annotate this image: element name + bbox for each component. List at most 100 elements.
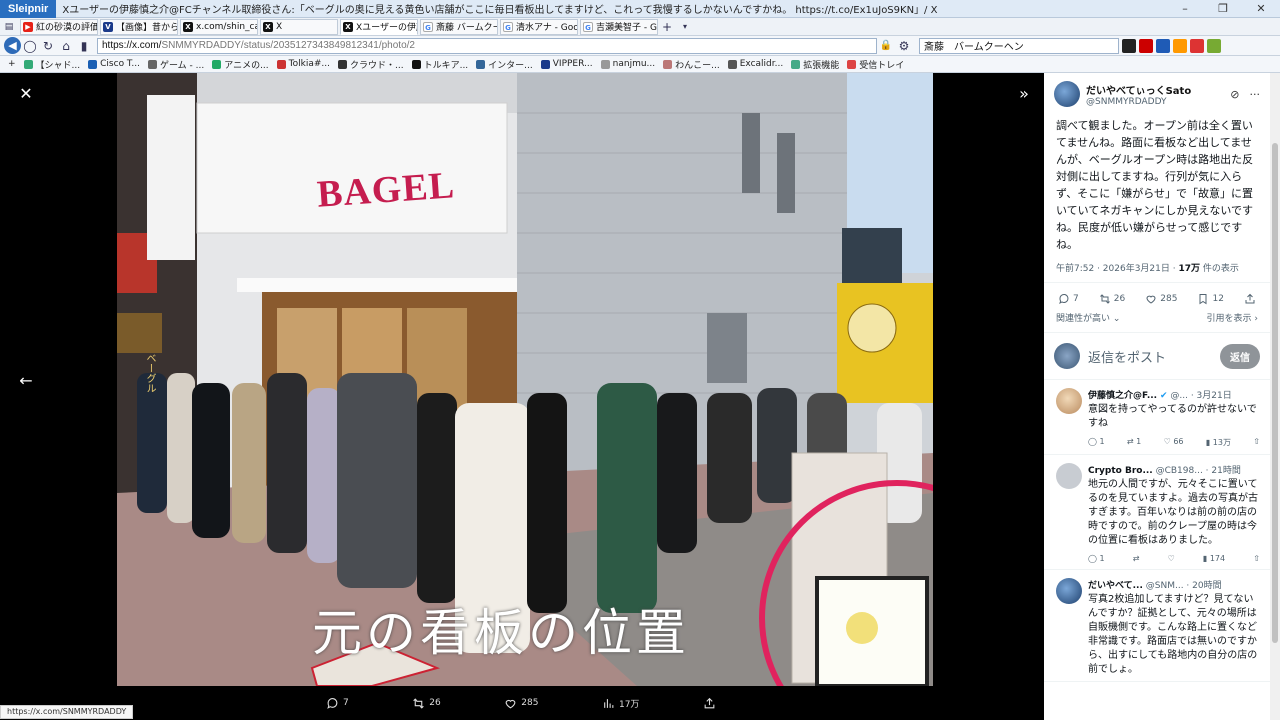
site-icon	[147, 59, 157, 69]
reply-button[interactable]: 7	[1058, 293, 1079, 305]
repost-button[interactable]: ⇄	[1133, 554, 1140, 563]
bookmark-icon[interactable]: ▮	[75, 37, 93, 55]
close-icon[interactable]: ✕	[11, 78, 41, 108]
bookmark-item[interactable]: 拡張機能	[791, 58, 839, 71]
bookmark-item[interactable]: クラウド・...	[337, 58, 404, 71]
bookmark-button[interactable]: 12	[1197, 293, 1224, 305]
views-button[interactable]: ▮ 174	[1203, 554, 1225, 563]
bookmark-item[interactable]: アニメの...	[212, 58, 269, 71]
quote-link[interactable]: 引用を表示 ›	[1207, 311, 1259, 324]
add-bookmark-button[interactable]: +	[8, 59, 16, 69]
tab-list-icon[interactable]: ▤	[0, 18, 18, 36]
post-photo[interactable]: BAGEL 元の看板の位置 ベーグル	[117, 73, 933, 686]
bookmark-item[interactable]: ゲーム - ...	[147, 58, 204, 71]
more-icon[interactable]: ···	[1250, 88, 1261, 101]
repost-icon	[1099, 294, 1110, 304]
tab[interactable]: G清水アナ - Goog...	[500, 18, 578, 35]
avatar[interactable]	[1054, 81, 1080, 107]
lock-icon[interactable]: 🔒	[877, 37, 895, 55]
address-toolbar: ◀ ◯ ↻ ⌂ ▮ https://x.com/SNMMYRDADDY/stat…	[0, 36, 1280, 56]
google-icon: G	[583, 21, 593, 32]
tab[interactable]: V【画像】昔から鳥...	[100, 18, 178, 35]
avatar[interactable]	[1056, 578, 1082, 604]
post-time[interactable]: 午前7:52 · 2026年3月21日 ·	[1056, 264, 1178, 274]
settings-icon[interactable]: ⚙	[895, 37, 913, 55]
extension-icon[interactable]	[1122, 38, 1136, 53]
collapse-panel-icon[interactable]: »	[1009, 78, 1039, 108]
reply-submit-button[interactable]: 返信	[1220, 343, 1260, 369]
maximize-button[interactable]: ❐	[1204, 2, 1242, 15]
post-text: 調べて観ました。オープン前は全く置いてませんね。路面に看板など出してませんが、ベ…	[1056, 119, 1254, 251]
bookmark-item[interactable]: トルキア...	[411, 58, 468, 71]
repost-button[interactable]: 26	[1099, 293, 1125, 305]
chevron-down-icon[interactable]: ▾	[676, 18, 694, 36]
tab[interactable]: G吉瀬美智子 - G...	[580, 18, 658, 35]
extension-icon[interactable]	[1190, 38, 1204, 53]
bookmark-item[interactable]: Excalidr...	[727, 59, 783, 69]
bookmark-item[interactable]: インター...	[476, 58, 533, 71]
like-button[interactable]: 285	[504, 697, 538, 710]
reply-button[interactable]: ◯ 1	[1088, 437, 1105, 448]
heart-icon	[1146, 295, 1156, 304]
reply-button[interactable]: ◯ 1	[1088, 554, 1105, 563]
extension-icon[interactable]	[1156, 38, 1170, 53]
share-button[interactable]	[703, 697, 716, 710]
tab[interactable]: ▶紅の砂漠の評価...	[20, 18, 98, 35]
tab-active[interactable]: XXユーザーの伊藤...	[340, 18, 418, 35]
site-icon	[337, 59, 347, 69]
bookmark-item[interactable]: 【シャド...	[23, 58, 80, 71]
back-button[interactable]: ◀	[4, 37, 21, 54]
bookmark-item[interactable]: 受信トレイ	[847, 58, 904, 71]
scrollbar[interactable]	[1270, 73, 1280, 720]
views-button[interactable]: ▮ 13万	[1206, 437, 1231, 448]
list-item[interactable]: だいやべて... @SNM... · 20時間 写真2枚追加してますけど？見てな…	[1044, 570, 1270, 682]
puzzle-icon	[791, 59, 801, 69]
share-icon	[1245, 293, 1255, 304]
app-logo[interactable]: Sleipnir	[0, 0, 57, 18]
close-window-button[interactable]: ✕	[1242, 2, 1280, 15]
grok-icon[interactable]: ⊘	[1230, 88, 1239, 101]
bookmark-item[interactable]: VIPPER...	[540, 59, 593, 69]
repost-button[interactable]: ⇄ 1	[1127, 437, 1141, 448]
search-input[interactable]: 斎藤 バームクーヘン	[919, 37, 1119, 54]
address-input[interactable]: https://x.com/SNMMYRDADDY/status/2035127…	[97, 37, 877, 54]
relevance-dropdown[interactable]: 関連性が高い ⌄	[1056, 311, 1120, 324]
extension-icon[interactable]	[1207, 38, 1221, 53]
new-tab-button[interactable]: +	[658, 18, 676, 36]
like-button[interactable]: 285	[1145, 293, 1177, 305]
gmail-icon	[847, 59, 857, 69]
share-icon[interactable]: ⇧	[1253, 437, 1260, 448]
extension-icon[interactable]	[1173, 38, 1187, 53]
home-icon[interactable]: ⌂	[57, 37, 75, 55]
repost-button[interactable]: 26	[412, 697, 441, 710]
reply-input[interactable]: 返信をポスト	[1088, 347, 1166, 366]
post-detail-panel: だいやべてぃっくSato @SNMMYRDADDY ⊘ ··· 調べて観ました。…	[1044, 73, 1270, 720]
reply-button[interactable]: 7	[326, 697, 349, 710]
share-button[interactable]	[1244, 293, 1256, 305]
tab[interactable]: G斎藤 バームクーヘ...	[420, 18, 498, 35]
like-button[interactable]: ♡ 66	[1164, 437, 1184, 448]
views-button[interactable]: 17万	[602, 697, 639, 710]
bookmark-item[interactable]: Tolkia#...	[276, 59, 330, 69]
like-button[interactable]: ♡	[1168, 554, 1175, 563]
list-item[interactable]: Crypto Bro... @CB198... · 21時間 地元の人間ですが、…	[1044, 455, 1270, 570]
bookmark-item[interactable]: nanjmu...	[600, 59, 655, 69]
bookmark-item[interactable]: わんこー...	[663, 58, 720, 71]
author-handle[interactable]: @SNMMYRDADDY	[1086, 97, 1191, 107]
share-icon[interactable]: ⇧	[1253, 554, 1260, 563]
post-views: 17万	[1178, 264, 1200, 274]
forward-button[interactable]: ◯	[21, 37, 39, 55]
reload-icon[interactable]: ↻	[39, 37, 57, 55]
scrollbar-thumb[interactable]	[1272, 143, 1278, 643]
tab[interactable]: Xx.com/shin_car...	[180, 18, 258, 35]
bookmark-item[interactable]: Cisco T...	[88, 59, 140, 69]
previous-photo-button[interactable]: ←	[11, 365, 41, 395]
tab[interactable]: XX	[260, 18, 338, 35]
x-icon	[411, 59, 421, 69]
minimize-button[interactable]: –	[1166, 2, 1204, 15]
extension-icon[interactable]	[1139, 38, 1153, 53]
avatar[interactable]	[1056, 463, 1082, 489]
list-item[interactable]: 伊藤慎之介@F... ✔ @... · 3月21日 意図を持ってやってるのが許せ…	[1044, 380, 1270, 455]
author-name[interactable]: だいやべてぃっくSato	[1086, 82, 1191, 97]
avatar[interactable]	[1056, 388, 1082, 414]
